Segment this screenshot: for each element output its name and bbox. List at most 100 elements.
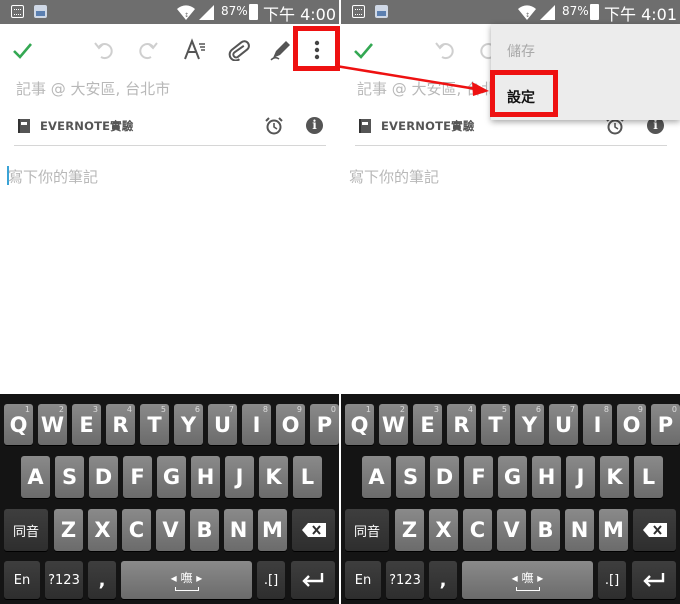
- enter-icon: [302, 573, 324, 587]
- key-h[interactable]: H: [532, 456, 561, 498]
- key-a[interactable]: A: [21, 456, 50, 498]
- text-format-icon[interactable]: [181, 36, 209, 64]
- key-j[interactable]: J: [225, 456, 254, 498]
- space-key[interactable]: ◂ 嘸 ▸: [121, 561, 252, 599]
- note-body-input[interactable]: 寫下你的筆記: [349, 166, 439, 187]
- key-m[interactable]: M: [258, 509, 287, 551]
- key-p[interactable]: 0P: [310, 404, 339, 445]
- key-y[interactable]: 6Y: [515, 404, 544, 445]
- key-o[interactable]: 9O: [276, 404, 305, 445]
- key-t[interactable]: 5T: [481, 404, 510, 445]
- key-label: .[]: [263, 572, 279, 588]
- key-label: B: [537, 518, 554, 542]
- ime-toggle-key[interactable]: 同音: [4, 509, 48, 551]
- key-j[interactable]: J: [566, 456, 595, 498]
- key-label: F: [471, 465, 486, 489]
- key-e[interactable]: 3E: [72, 404, 101, 445]
- key-h[interactable]: H: [191, 456, 220, 498]
- ime-toggle-key[interactable]: 同音: [345, 509, 389, 551]
- period-key[interactable]: .[]: [257, 561, 285, 599]
- notebook-name[interactable]: EVERNOTE實驗: [40, 118, 134, 134]
- undo-icon[interactable]: [90, 36, 118, 64]
- key-m[interactable]: M: [599, 509, 628, 551]
- backspace-key[interactable]: [633, 509, 676, 551]
- key-p[interactable]: 0P: [651, 404, 680, 445]
- symbols-key[interactable]: ?123: [386, 561, 424, 599]
- key-v[interactable]: V: [497, 509, 526, 551]
- key-q[interactable]: 1Q: [345, 404, 374, 445]
- note-body-input[interactable]: 寫下你的筆記: [8, 166, 98, 187]
- key-k[interactable]: K: [600, 456, 629, 498]
- key-i[interactable]: 8I: [583, 404, 612, 445]
- key-w[interactable]: 2W: [38, 404, 67, 445]
- key-d[interactable]: D: [430, 456, 459, 498]
- key-g[interactable]: G: [498, 456, 527, 498]
- editor-toolbar: [0, 24, 339, 76]
- key-f[interactable]: F: [464, 456, 493, 498]
- key-b[interactable]: B: [190, 509, 219, 551]
- key-c[interactable]: C: [463, 509, 492, 551]
- key-n[interactable]: N: [565, 509, 594, 551]
- key-e[interactable]: 3E: [413, 404, 442, 445]
- key-u[interactable]: 7U: [549, 404, 578, 445]
- key-i[interactable]: 8I: [242, 404, 271, 445]
- keyboard-status-icon: [352, 5, 365, 18]
- location-title-input[interactable]: 記事 @ 大安區, 台北市: [16, 78, 170, 99]
- attachment-icon[interactable]: [225, 36, 253, 64]
- backspace-key[interactable]: [292, 509, 335, 551]
- space-key[interactable]: ◂ 嘸 ▸: [462, 561, 593, 599]
- key-r[interactable]: 4R: [447, 404, 476, 445]
- key-l[interactable]: L: [634, 456, 663, 498]
- notebook-name[interactable]: EVERNOTE實驗: [381, 118, 475, 134]
- key-x[interactable]: X: [429, 509, 458, 551]
- key-q[interactable]: 1Q: [4, 404, 33, 445]
- language-key[interactable]: En: [345, 561, 381, 599]
- highlight-settings-item: [490, 70, 558, 117]
- key-z[interactable]: Z: [54, 509, 83, 551]
- alarm-icon[interactable]: [264, 116, 284, 136]
- key-hint: 6: [194, 405, 200, 414]
- key-a[interactable]: A: [362, 456, 391, 498]
- key-g[interactable]: G: [157, 456, 186, 498]
- key-y[interactable]: 6Y: [174, 404, 203, 445]
- key-v[interactable]: V: [156, 509, 185, 551]
- check-icon[interactable]: [349, 36, 377, 64]
- info-icon[interactable]: i: [306, 117, 323, 134]
- symbols-key[interactable]: ?123: [45, 561, 83, 599]
- keyboard-status-icon: [11, 5, 24, 18]
- enter-key[interactable]: [632, 561, 676, 599]
- key-o[interactable]: 9O: [617, 404, 646, 445]
- key-label: E: [420, 412, 435, 437]
- enter-key[interactable]: [291, 561, 335, 599]
- key-d[interactable]: D: [89, 456, 118, 498]
- key-u[interactable]: 7U: [208, 404, 237, 445]
- key-w[interactable]: 2W: [379, 404, 408, 445]
- key-z[interactable]: Z: [395, 509, 424, 551]
- key-f[interactable]: F: [123, 456, 152, 498]
- location-title-input[interactable]: 記事 @ 大安區, 台北市: [357, 78, 511, 99]
- key-label: U: [213, 412, 232, 437]
- key-l[interactable]: L: [293, 456, 322, 498]
- key-s[interactable]: S: [396, 456, 425, 498]
- check-icon[interactable]: [8, 36, 36, 64]
- key-s[interactable]: S: [55, 456, 84, 498]
- notebook-icon: [359, 119, 371, 133]
- comma-key[interactable]: ,: [88, 561, 116, 599]
- comma-key[interactable]: ,: [429, 561, 457, 599]
- key-c[interactable]: C: [122, 509, 151, 551]
- redo-icon[interactable]: [134, 36, 162, 64]
- key-t[interactable]: 5T: [140, 404, 169, 445]
- key-b[interactable]: B: [531, 509, 560, 551]
- key-x[interactable]: X: [88, 509, 117, 551]
- language-key[interactable]: En: [4, 561, 40, 599]
- key-label: M: [262, 518, 283, 542]
- undo-icon[interactable]: [431, 36, 459, 64]
- key-label: H: [196, 465, 215, 489]
- pen-icon[interactable]: [267, 36, 295, 64]
- key-k[interactable]: K: [259, 456, 288, 498]
- key-hint: 0: [671, 405, 677, 414]
- key-r[interactable]: 4R: [106, 404, 135, 445]
- key-n[interactable]: N: [224, 509, 253, 551]
- period-key[interactable]: .[]: [598, 561, 626, 599]
- menu-item-save[interactable]: 儲存: [507, 41, 535, 61]
